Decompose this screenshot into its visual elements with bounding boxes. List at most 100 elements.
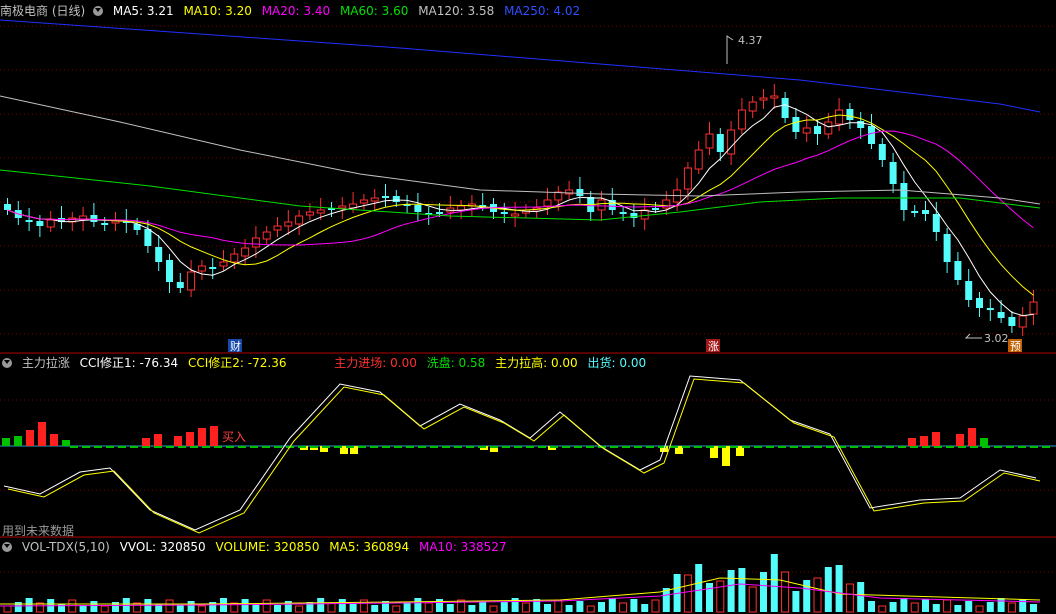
cci-bar bbox=[62, 440, 70, 446]
volume-bar-up bbox=[748, 586, 757, 613]
ma250-value: MA250: 4.02 bbox=[504, 4, 581, 18]
cci-base-bar bbox=[394, 446, 402, 448]
volume-bar-down bbox=[792, 591, 800, 612]
candle-down bbox=[932, 214, 940, 232]
cci-bar bbox=[174, 436, 182, 446]
candle-down bbox=[922, 210, 929, 214]
candle-down bbox=[878, 144, 886, 160]
candle-up bbox=[197, 265, 206, 272]
cci-base-bar bbox=[238, 446, 246, 448]
cci-base-bar bbox=[586, 446, 594, 448]
cci-base-bar bbox=[226, 446, 234, 448]
cci-base-bar bbox=[478, 446, 486, 448]
volume-panel-header: VOL-TDX(5,10) VVOL: 320850 VOLUME: 32085… bbox=[0, 538, 512, 556]
cci-base-bar bbox=[946, 446, 954, 448]
volume-bar-up bbox=[716, 580, 725, 613]
volume-bar-up bbox=[3, 605, 12, 613]
cci-base-bar bbox=[934, 446, 942, 448]
chart-canvas[interactable]: 4.37 3.02 财 涨 预买入 bbox=[0, 0, 1056, 614]
cci-base-bar bbox=[610, 446, 618, 448]
candle-down bbox=[392, 196, 400, 202]
low-marker bbox=[964, 333, 982, 339]
indicator-name: 主力拉涨 bbox=[21, 356, 70, 370]
cci-base-bar bbox=[1006, 446, 1014, 448]
volume-bar-up bbox=[975, 605, 984, 613]
candle-down bbox=[209, 267, 217, 269]
volume-bar-down bbox=[565, 605, 573, 612]
toggle-icon[interactable] bbox=[2, 358, 12, 368]
candle-down bbox=[976, 298, 983, 308]
ma60-line bbox=[0, 169, 1041, 221]
candle-down bbox=[954, 261, 962, 280]
volume-bar-up bbox=[197, 605, 206, 613]
cci-base-bar bbox=[262, 446, 270, 448]
candle-down bbox=[101, 223, 109, 225]
candle-down bbox=[889, 162, 897, 184]
cci-bar bbox=[186, 432, 194, 446]
buy-signal-label: 买入 bbox=[222, 430, 246, 444]
future-data-note: 用到未来数据 bbox=[2, 524, 75, 538]
cci-base-bar bbox=[886, 446, 894, 448]
volume-bar-down bbox=[868, 601, 875, 612]
candle-up bbox=[284, 221, 293, 227]
cci-base-bar bbox=[982, 446, 990, 448]
yu-label: 预 bbox=[1010, 340, 1021, 353]
cci-base-bar bbox=[994, 446, 1002, 448]
cci-base-bar bbox=[514, 446, 522, 448]
candle-up bbox=[316, 209, 325, 214]
volume-bar-up bbox=[878, 605, 887, 613]
cci2-value: CCI修正2: -72.36 bbox=[187, 356, 287, 370]
volume-bar-down bbox=[241, 599, 249, 612]
candle-down bbox=[781, 98, 789, 118]
cci-base-bar bbox=[670, 446, 678, 448]
cci-base-bar bbox=[202, 446, 210, 448]
volume-bar-down bbox=[889, 602, 897, 612]
volume-bar-down bbox=[900, 598, 908, 612]
cci-base-bar bbox=[922, 446, 930, 448]
candle-up bbox=[824, 121, 833, 135]
volume-bar-down bbox=[803, 580, 811, 612]
wash-value: 洗盘: 0.58 bbox=[426, 356, 486, 370]
toggle-icon[interactable] bbox=[93, 6, 104, 16]
candle-down bbox=[965, 281, 973, 300]
ma5-value: MA5: 3.21 bbox=[112, 4, 174, 18]
volume-bar-down bbox=[986, 602, 994, 612]
volume-bar-up bbox=[489, 605, 498, 613]
candle-down bbox=[857, 121, 865, 128]
high-marker bbox=[726, 35, 734, 64]
candle-up bbox=[1018, 315, 1027, 328]
candle-down bbox=[868, 126, 875, 144]
candle-down bbox=[911, 211, 919, 213]
cci-base-bar bbox=[454, 446, 462, 448]
candle-up bbox=[251, 237, 260, 248]
cci-base-bar bbox=[466, 446, 474, 448]
cci-base-bar bbox=[754, 446, 762, 448]
cci-base-bar bbox=[166, 446, 174, 448]
candle-up bbox=[273, 225, 282, 231]
cci-base-bar bbox=[730, 446, 738, 448]
volume-bar-up bbox=[100, 605, 109, 613]
cci-base-bar bbox=[826, 446, 834, 448]
cci-base-bar bbox=[490, 446, 498, 448]
candle-up bbox=[770, 95, 779, 99]
toggle-icon[interactable] bbox=[2, 542, 12, 552]
cci-base-bar bbox=[694, 446, 702, 448]
cci-base-bar bbox=[910, 446, 918, 448]
cai-label: 财 bbox=[230, 339, 241, 353]
cci-base-bar bbox=[310, 446, 318, 448]
cci-base-bar bbox=[406, 446, 414, 448]
cci-bar bbox=[198, 428, 206, 446]
candle-down bbox=[176, 282, 184, 288]
candle-up bbox=[1029, 301, 1038, 315]
ma60-value: MA60: 3.60 bbox=[339, 4, 409, 18]
cci-base-bar bbox=[814, 446, 822, 448]
volume-bar-up bbox=[262, 599, 271, 613]
cci-base-bar bbox=[862, 446, 870, 448]
candle-down bbox=[814, 126, 821, 134]
cci-bar bbox=[14, 436, 22, 446]
cci-base-bar bbox=[130, 446, 138, 448]
cci-base-bar bbox=[622, 446, 630, 448]
volume-bar-down bbox=[338, 599, 346, 612]
candle-up bbox=[554, 191, 563, 201]
candle-down bbox=[986, 308, 994, 310]
